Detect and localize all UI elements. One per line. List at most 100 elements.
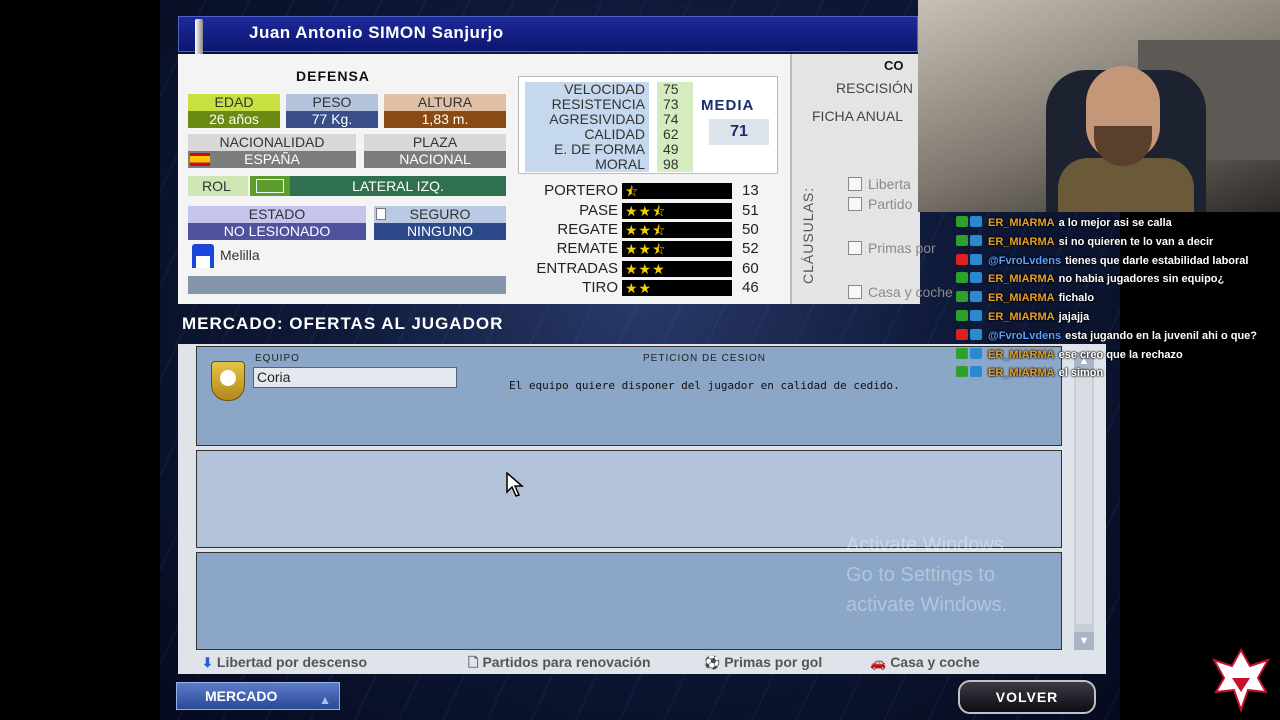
media-value: 71 (709, 119, 769, 145)
clauses-label: CLÁUSULAS: (800, 137, 816, 284)
offers-scrollbar[interactable]: ▲ ▼ (1074, 352, 1094, 650)
chat-message: ER_MIARMA si no quieren te lo van a decir (956, 234, 1214, 253)
status-cell: ESTADO NO LESIONADO (188, 206, 366, 240)
star-icon: ★★⯪ (625, 222, 667, 238)
skill-row: REGATE ★★⯪ 50 (518, 221, 788, 239)
chat-text: ese creo que la rechazo (1058, 348, 1183, 361)
legend-label: Primas por gol (724, 654, 823, 670)
player-name: Juan Antonio SIMON Sanjurjo (249, 23, 504, 42)
webcam-body (1058, 158, 1194, 212)
chat-message: @FvroLvdens esta jugando en la juvenil ah… (956, 328, 1257, 347)
attribute-value: 73 (657, 97, 693, 112)
checkbox-icon[interactable] (848, 241, 862, 255)
chat-text: a lo mejor asi se calla (1058, 217, 1172, 229)
chat-message: ER_MIARMA ese creo que la rechazo (956, 347, 1183, 366)
document-icon (376, 208, 386, 220)
chat-username: @FvroLvdens (988, 254, 1062, 267)
clause-checkbox[interactable]: Primas por (848, 240, 936, 256)
clause-checkbox[interactable]: Partido (848, 196, 912, 212)
height-cell: ALTURA 1,83 m. (384, 94, 506, 128)
attribute-row: RESISTENCIA 73 (525, 97, 695, 112)
skill-row: PASE ★★⯪ 51 (518, 202, 788, 220)
legend-label: Libertad por descenso (216, 654, 368, 670)
volver-button[interactable]: VOLVER (958, 680, 1096, 714)
youtube-icon (956, 328, 968, 340)
car-icon: 🚗 (870, 655, 887, 670)
platform-icon (970, 366, 982, 378)
player-name-bar: Juan Antonio SIMON Sanjurjo (178, 16, 918, 59)
offer-description: El equipo quiere disponer del jugador en… (509, 379, 900, 392)
skill-value: 50 (742, 221, 759, 238)
request-column-header: PETICION DE CESION (643, 353, 767, 364)
clause-checkbox[interactable]: Liberta (848, 176, 911, 192)
checkbox-icon[interactable] (848, 197, 862, 211)
platform-icon (970, 291, 982, 303)
mercado-button[interactable]: MERCADO ▲ (176, 682, 340, 710)
empty-info-bar (188, 276, 506, 294)
weight-value: 77 Kg. (286, 111, 378, 128)
height-value: 1,83 m. (384, 111, 506, 128)
chat-username: ER_MIARMA (988, 292, 1055, 305)
document-icon: 🗋 (468, 655, 479, 670)
height-label: ALTURA (384, 94, 506, 111)
attribute-value: 62 (657, 127, 693, 142)
watermark-line: activate Windows. (846, 594, 1008, 616)
chat-text: si no quieren te lo van a decir (1058, 235, 1214, 248)
watermark-line: Go to Settings to (846, 564, 995, 586)
chat-text: jajajja (1058, 311, 1090, 323)
skill-label: PORTERO (544, 182, 618, 199)
skill-bar: ★★⯪ (622, 222, 732, 238)
chat-text: fichalo (1058, 292, 1095, 305)
platform-icon (970, 328, 982, 340)
legend-item: 🚗 Casa y coche (870, 654, 980, 671)
role-label: ROL (188, 176, 248, 196)
legend-label: Partidos para renovación (482, 654, 651, 670)
platform-icon (970, 272, 982, 284)
chat-message: ER_MIARMA el simon (956, 366, 1103, 384)
nationality-text: ESPAÑA (244, 151, 300, 167)
platform-icon (970, 310, 982, 321)
insurance-value: NINGUNO (374, 223, 506, 240)
ficha-label: FICHA ANUAL (812, 108, 904, 124)
role-value: LATERAL IZQ. (290, 176, 506, 196)
chat-username: @FvroLvdens (988, 329, 1062, 342)
platform-icon (970, 253, 982, 265)
platform-icon (970, 234, 982, 246)
nationality-value: ESPAÑA (188, 151, 356, 168)
star-icon: ★★★ (625, 261, 666, 277)
shirt-icon (192, 244, 214, 268)
chat-text: el simon (1058, 367, 1104, 380)
attribute-row: AGRESIVIDAD 74 (525, 112, 695, 127)
nationality-cell: NACIONALIDAD ESPAÑA (188, 134, 356, 168)
kick-icon (956, 310, 968, 321)
age-label: EDAD (188, 94, 280, 111)
position-title: DEFENSA (296, 68, 370, 84)
scroll-thumb[interactable] (1076, 374, 1092, 624)
clause-label: Casa y coche (868, 284, 953, 300)
attribute-row: MORAL 98 (525, 157, 695, 172)
checkbox-icon[interactable] (848, 177, 862, 191)
contract-title: CO (884, 58, 904, 73)
skill-label: PASE (579, 202, 618, 219)
pitch-icon (250, 176, 290, 196)
chat-message: ER_MIARMA no habia jugadores sin equipo¿ (956, 272, 1224, 290)
clause-checkbox[interactable]: Casa y coche (848, 284, 953, 300)
contract-panel: CO RESCISIÓN FICHA ANUAL CLÁUSULAS: Libe… (790, 54, 953, 304)
skill-bar: ★★ (622, 280, 732, 296)
attribute-label: RESISTENCIA (525, 97, 649, 112)
skill-value: 52 (742, 240, 759, 257)
offer-row[interactable]: EQUIPO PETICION DE CESION Coria El equip… (196, 346, 1062, 446)
channel-logo-icon (1211, 647, 1271, 714)
checkbox-icon[interactable] (848, 285, 862, 299)
insurance-cell: SEGURO NINGUNO (374, 206, 506, 240)
legend-item: ⚽ Primas por gol (704, 654, 822, 671)
platform-icon (970, 347, 982, 359)
skill-label: REGATE (557, 221, 618, 238)
skill-value: 60 (742, 260, 759, 277)
chat-message: ER_MIARMA a lo mejor asi se calla (956, 216, 1172, 234)
skill-bar: ★★⯪ (622, 241, 732, 257)
scroll-down-icon[interactable]: ▼ (1074, 632, 1094, 650)
player-profile-panel: DEFENSA EDAD 26 años PESO 77 Kg. ALTURA … (178, 54, 790, 304)
attribute-value: 49 (657, 142, 693, 157)
skill-label: ENTRADAS (536, 260, 618, 277)
